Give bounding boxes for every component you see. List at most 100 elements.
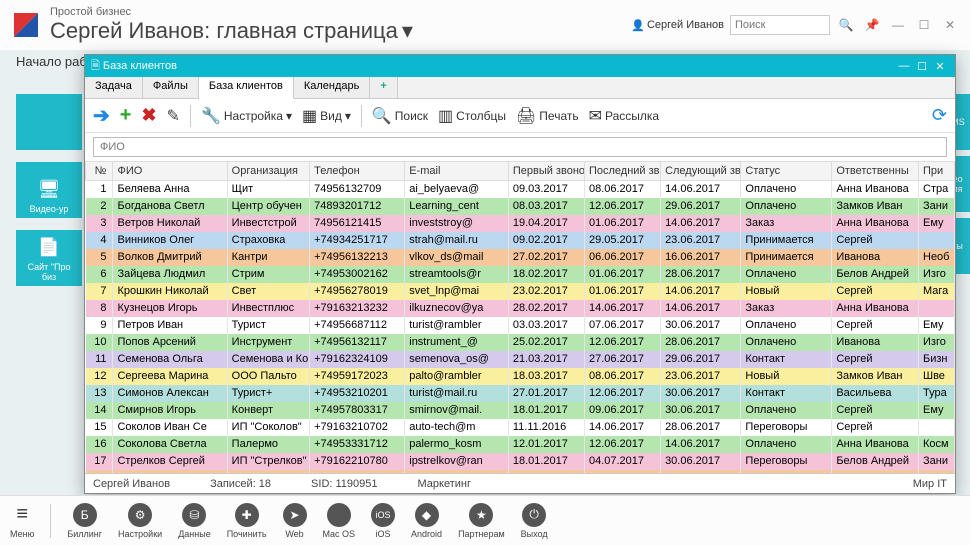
col-org: Организация <box>227 162 309 181</box>
statusbar: Сергей Иванов Записей: 18 SID: 1190951 М… <box>85 473 955 493</box>
envelope-icon: ✉ <box>589 106 602 126</box>
table-row[interactable]: 15Соколов Иван СеИП "Соколов"+7916321070… <box>86 419 955 436</box>
table-row[interactable]: 5Волков ДмитрийКантри+74956132213vlkov_d… <box>86 249 955 266</box>
tile-video[interactable]: 🖥Видео-ур <box>16 162 82 218</box>
col-email: E-mail <box>405 162 509 181</box>
print-button[interactable]: 🖨Печать <box>516 106 579 126</box>
col-last-call: Последний зв <box>584 162 660 181</box>
window-minimize-icon[interactable]: — <box>895 60 913 72</box>
tile-site[interactable]: 📄Сайт "Про биз <box>16 230 82 286</box>
pin-icon[interactable]: 📌 <box>862 17 882 33</box>
tile-1[interactable] <box>16 94 82 150</box>
settings-button[interactable]: 🔧Настройка ▾ <box>201 106 292 126</box>
menu-button[interactable]: ≡Меню <box>10 503 34 539</box>
col-tel: Телефон <box>310 162 405 181</box>
col-next-call: Следующий зв <box>661 162 741 181</box>
exit-button[interactable]: ⏻Выход <box>521 503 548 539</box>
database-icon: 🗎 <box>91 57 100 76</box>
col-num: № <box>86 162 113 181</box>
printer-icon: 🖨 <box>516 106 536 126</box>
tab-files[interactable]: Файлы <box>143 77 199 98</box>
maximize-icon[interactable]: ☐ <box>914 17 934 33</box>
status-user: Сергей Иванов <box>93 478 170 490</box>
product-name: Простой бизнес <box>50 6 631 18</box>
grid-icon: ▦ <box>302 106 317 126</box>
bottom-bar: ≡Меню ББиллинг ⚙Настройки ⛁Данные ✚Почин… <box>0 495 970 545</box>
table-row[interactable]: 14Смирнов ИгорьКонверт+74957803317smirno… <box>86 402 955 419</box>
person-icon: 👤 <box>631 19 645 32</box>
billing-button[interactable]: ББиллинг <box>67 503 102 539</box>
settings-button[interactable]: ⚙Настройки <box>118 503 162 539</box>
fix-button[interactable]: ✚Починить <box>227 503 267 539</box>
table-row[interactable]: 9Петров ИванТурист+74956687112turist@ram… <box>86 317 955 334</box>
tab-add[interactable]: + <box>370 77 397 98</box>
partners-button[interactable]: ★Партнерам <box>458 503 505 539</box>
modal-title: База клиентов <box>103 60 177 72</box>
col-note: При <box>919 162 955 181</box>
table-row[interactable]: 13Симонов АлексанТурист++74953210201turi… <box>86 385 955 402</box>
col-responsible: Ответственны <box>832 162 919 181</box>
android-button[interactable]: ◆Android <box>411 503 442 539</box>
status-sid: SID: 1190951 <box>311 478 377 490</box>
table-row[interactable]: 8Кузнецов ИгорьИнвестплюс+79163213232ilk… <box>86 300 955 317</box>
table-row[interactable]: 3Ветров НиколайИнвестстрой74956121415inv… <box>86 215 955 232</box>
search-input[interactable] <box>730 15 830 35</box>
table-row[interactable]: 2Богданова СветлЦентр обучен74893201712L… <box>86 198 955 215</box>
user-badge[interactable]: 👤Сергей Иванов <box>631 19 724 32</box>
modal-titlebar[interactable]: 🗎 База клиентов — ☐ ✕ <box>85 55 955 77</box>
view-button[interactable]: ▦Вид ▾ <box>302 106 351 126</box>
fio-filter-input[interactable] <box>93 137 947 157</box>
toolbar: ➔ + ✖ ✎ 🔧Настройка ▾ ▦Вид ▾ 🔍Поиск ▥Стол… <box>85 99 955 133</box>
dropdown-icon: ▾ <box>402 18 413 44</box>
table-row[interactable]: 4Винников ОлегСтраховка+74934251717strah… <box>86 232 955 249</box>
search-button[interactable]: 🔍Поиск <box>372 106 428 126</box>
edit-button[interactable]: ✎ <box>167 106 180 126</box>
delete-button[interactable]: ✖ <box>141 105 156 126</box>
wrench-icon: 🔧 <box>201 106 221 126</box>
search-icon[interactable]: 🔍 <box>836 17 856 33</box>
close-icon[interactable]: ✕ <box>940 17 960 33</box>
page-title[interactable]: Сергей Иванов: главная страница▾ <box>50 18 631 44</box>
table-row[interactable]: 1Беляева АннаЩит74956132709ai_belyaeva@0… <box>86 181 955 198</box>
col-fio: ФИО <box>113 162 227 181</box>
mail-button[interactable]: ✉Рассылка <box>589 106 660 126</box>
window-maximize-icon[interactable]: ☐ <box>913 60 931 73</box>
status-dept: Маркетинг <box>418 478 471 490</box>
table-row[interactable]: 11Семенова ОльгаСеменова и Ко+7916232410… <box>86 351 955 368</box>
tab-clients[interactable]: База клиентов <box>199 77 294 99</box>
table-header-row[interactable]: № ФИО Организация Телефон E-mail Первый … <box>86 162 955 181</box>
window-close-icon[interactable]: ✕ <box>931 60 949 73</box>
go-button[interactable]: ➔ <box>93 103 110 128</box>
col-status: Статус <box>741 162 832 181</box>
table-row[interactable]: 16Соколова СветлаПалермо+74953331712pale… <box>86 436 955 453</box>
side-tiles: 🖥Видео-ур 📄Сайт "Про биз <box>16 94 82 286</box>
clients-window: 🗎 База клиентов — ☐ ✕ Задача Файлы База … <box>84 54 956 494</box>
data-button[interactable]: ⛁Данные <box>178 503 211 539</box>
table-row[interactable]: 6Зайцева ЛюдмилСтрим+74953002162streamto… <box>86 266 955 283</box>
macos-button[interactable]: Mac OS <box>323 503 356 539</box>
tab-task[interactable]: Задача <box>85 77 143 98</box>
menu-icon: ≡ <box>10 503 34 527</box>
columns-icon: ▥ <box>438 106 453 126</box>
search-icon: 🔍 <box>372 106 392 126</box>
clients-table: № ФИО Организация Телефон E-mail Первый … <box>85 161 955 473</box>
page-icon: 📄 <box>38 237 60 258</box>
table-row[interactable]: 17Стрелков СергейИП "Стрелков"+791622107… <box>86 453 955 470</box>
table-row[interactable]: 12Сергеева МаринаООО Пальто+74959172023p… <box>86 368 955 385</box>
refresh-button[interactable]: ⟳ <box>932 105 947 126</box>
web-button[interactable]: ➤Web <box>283 503 307 539</box>
minimize-icon[interactable]: — <box>888 17 908 33</box>
table-row[interactable]: 7Крошкин НиколайСвет+74956278019svet_lnp… <box>86 283 955 300</box>
add-button[interactable]: + <box>120 104 132 127</box>
tab-calendar[interactable]: Календарь <box>294 77 371 98</box>
col-first-call: Первый звоно <box>508 162 584 181</box>
status-records: Записей: 18 <box>210 478 271 490</box>
monitor-icon: 🖥 <box>38 179 61 200</box>
modal-tabs: Задача Файлы База клиентов Календарь + <box>85 77 955 99</box>
ios-button[interactable]: iOSiOS <box>371 503 395 539</box>
columns-button[interactable]: ▥Столбцы <box>438 106 506 126</box>
app-logo <box>10 9 42 41</box>
app-header: Простой бизнес Сергей Иванов: главная ст… <box>0 0 970 50</box>
table-row[interactable]: 10Попов АрсенийИнструмент+74956132117ins… <box>86 334 955 351</box>
status-company: Мир IT <box>913 478 947 490</box>
